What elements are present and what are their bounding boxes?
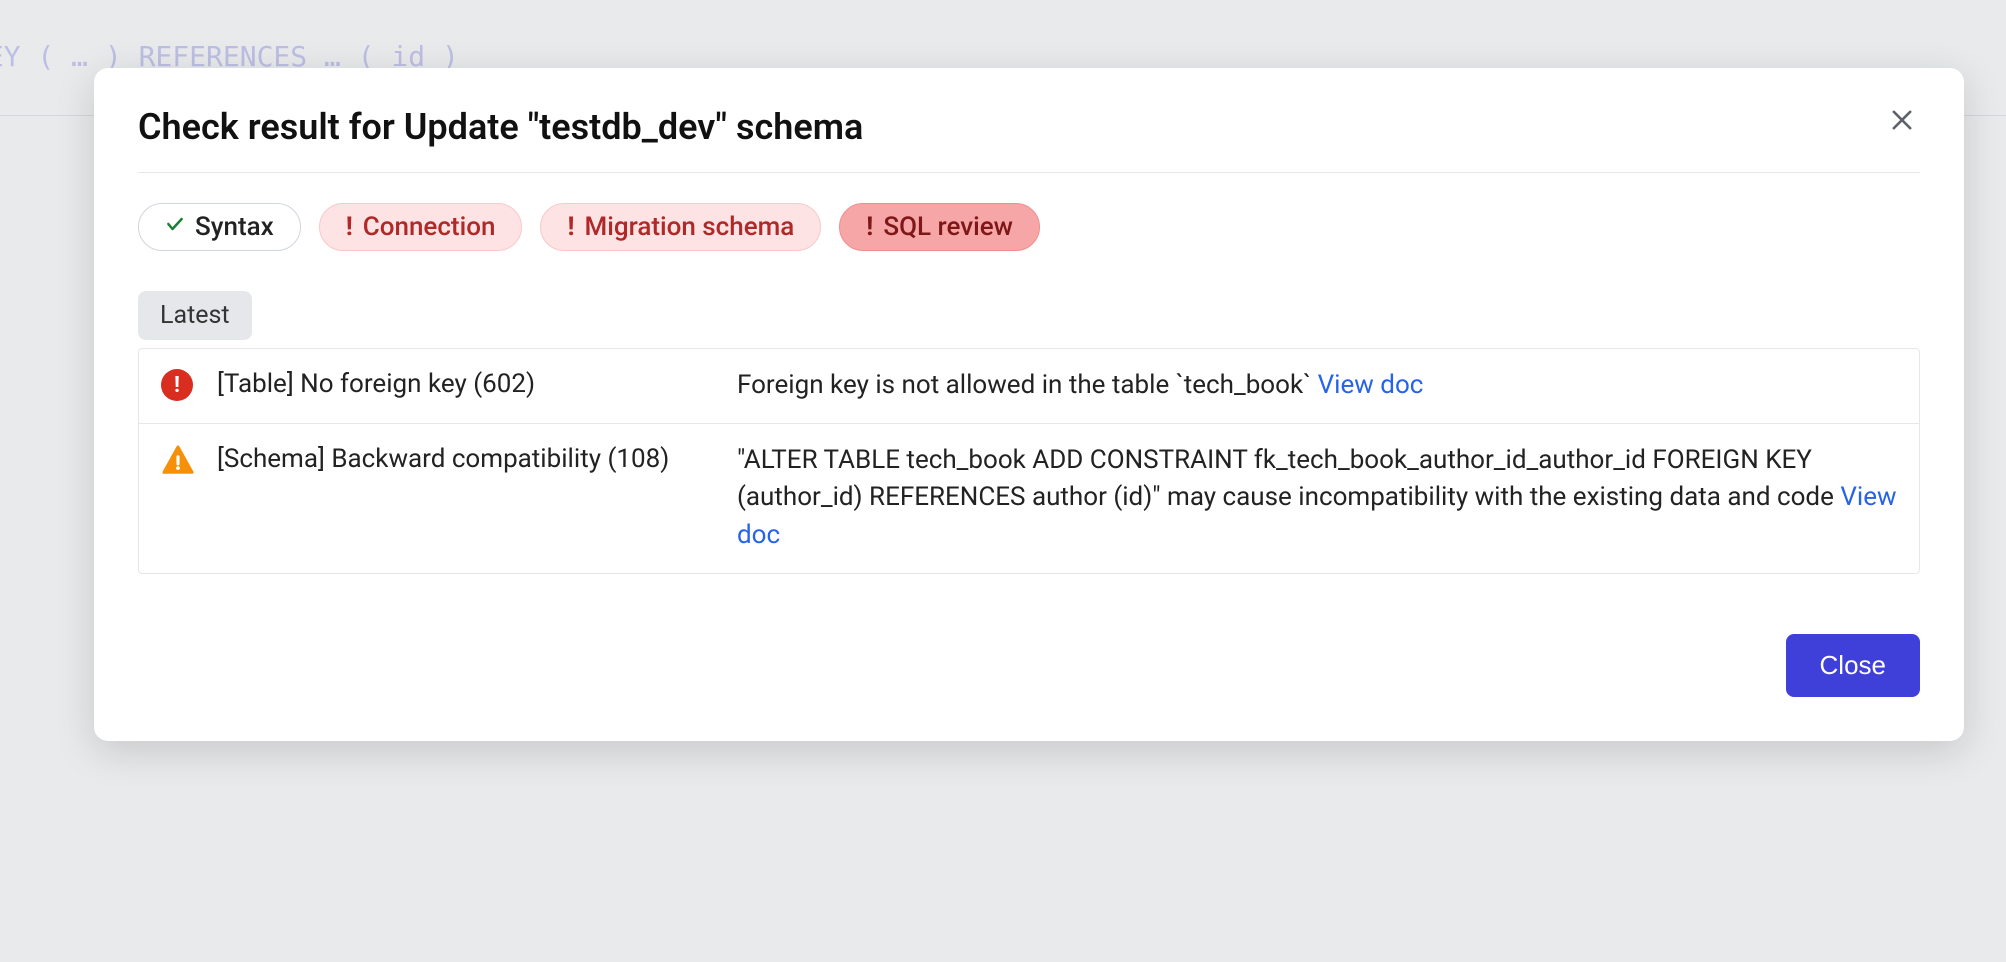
tab-migration-schema[interactable]: ! Migration schema (540, 203, 821, 251)
tab-syntax[interactable]: Syntax (138, 203, 301, 251)
tab-syntax-label: Syntax (195, 212, 274, 242)
modal-header: Check result for Update "testdb_dev" sch… (138, 106, 1920, 173)
bang-icon: ! (567, 212, 574, 242)
close-icon[interactable] (1884, 106, 1920, 140)
view-doc-link[interactable]: View doc (1318, 370, 1424, 400)
bang-icon: ! (346, 212, 353, 242)
tab-sql-review[interactable]: ! SQL review (839, 203, 1040, 251)
result-row: ! [Table] No foreign key (602) Foreign k… (139, 349, 1919, 424)
modal-title: Check result for Update "testdb_dev" sch… (138, 106, 863, 148)
tab-sql-review-label: SQL review (883, 212, 1013, 242)
check-icon (165, 214, 185, 240)
modal-footer: Close (138, 634, 1920, 697)
result-title: [Schema] Backward compatibility (108) (217, 442, 717, 477)
result-message: Foreign key is not allowed in the table … (737, 367, 1897, 405)
tab-connection[interactable]: ! Connection (319, 203, 523, 251)
close-button[interactable]: Close (1786, 634, 1920, 697)
result-message: "ALTER TABLE tech_book ADD CONSTRAINT fk… (737, 442, 1897, 555)
latest-badge[interactable]: Latest (138, 291, 252, 340)
check-tabs: Syntax ! Connection ! Migration schema !… (138, 203, 1920, 251)
result-message-text: Foreign key is not allowed in the table … (737, 370, 1311, 400)
error-icon: ! (161, 369, 197, 401)
bang-icon: ! (866, 212, 873, 242)
check-result-modal: Check result for Update "testdb_dev" sch… (94, 68, 1964, 741)
tab-migration-label: Migration schema (584, 212, 794, 242)
tab-connection-label: Connection (363, 212, 496, 242)
result-message-text: "ALTER TABLE tech_book ADD CONSTRAINT fk… (737, 445, 1834, 513)
result-row: [Schema] Backward compatibility (108) "A… (139, 424, 1919, 573)
result-title: [Table] No foreign key (602) (217, 367, 717, 402)
results-table: ! [Table] No foreign key (602) Foreign k… (138, 348, 1920, 574)
warning-icon (161, 444, 197, 482)
